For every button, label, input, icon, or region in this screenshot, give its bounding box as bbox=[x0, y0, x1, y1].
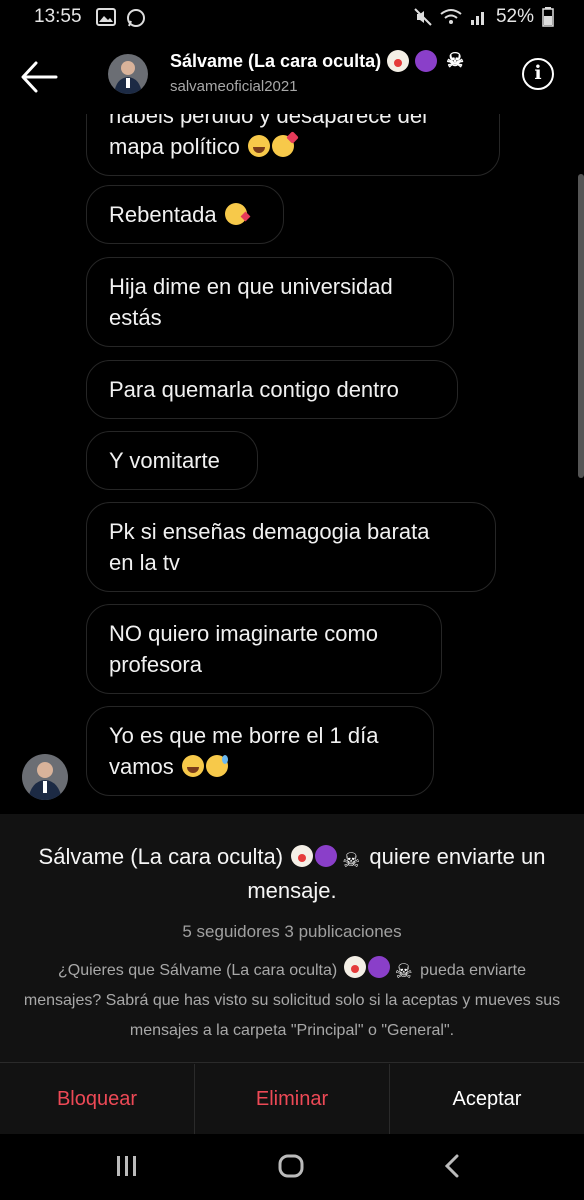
message-bubble[interactable]: Y vomitarte bbox=[86, 431, 258, 490]
request-question-prefix: ¿Quieres que Sálvame (La cara oculta) bbox=[57, 962, 338, 979]
message-bubble[interactable]: habéis perdido y desaparece del mapa pol… bbox=[86, 114, 500, 176]
battery-icon bbox=[542, 7, 554, 27]
home-icon[interactable] bbox=[278, 1154, 304, 1178]
message-text: habéis perdido y desaparece del bbox=[109, 114, 428, 128]
message-bubble[interactable]: Pk si enseñas demagogia barata en la tv bbox=[86, 502, 496, 592]
clown-face-icon bbox=[291, 845, 314, 867]
message-text: estás bbox=[109, 305, 162, 330]
message-bubble[interactable]: Hija dime en que universidad estás bbox=[86, 257, 454, 347]
message-text: en la tv bbox=[109, 550, 180, 575]
sender-avatar[interactable] bbox=[22, 754, 68, 800]
rolling-laughing-icon bbox=[181, 755, 204, 777]
request-stats: 5 seguidores 3 publicaciones bbox=[182, 922, 402, 941]
status-right: 52% bbox=[414, 6, 554, 28]
header-title: Sálvame (La cara oculta) ☠ bbox=[170, 50, 467, 72]
gallery-icon bbox=[96, 8, 116, 26]
message-text: Rebentada bbox=[109, 202, 217, 227]
message-request-panel: Sálvame (La cara oculta) ☠ quiere enviar… bbox=[0, 814, 584, 1064]
request-actions: Bloquear Eliminar Aceptar bbox=[0, 1064, 584, 1134]
skull-crossbones-icon: ☠ bbox=[394, 961, 413, 983]
message-text: Y vomitarte bbox=[109, 448, 220, 473]
mute-icon bbox=[414, 8, 432, 26]
message-text: Hija dime en que universidad bbox=[109, 274, 393, 299]
smiling-devil-icon bbox=[415, 50, 438, 72]
wifi-icon bbox=[440, 9, 462, 24]
status-bar: 13:55 52% bbox=[0, 0, 584, 36]
message-bubble[interactable]: Rebentada bbox=[86, 185, 284, 244]
message-text: NO quiero imaginarte como bbox=[109, 621, 379, 646]
navigation-bar bbox=[0, 1134, 584, 1200]
request-title: Sálvame (La cara oculta) ☠ quiere enviar… bbox=[20, 840, 564, 908]
header-title-text: Sálvame (La cara oculta) bbox=[170, 50, 382, 71]
message-text: mapa político bbox=[109, 134, 240, 159]
smiling-hearts-icon bbox=[271, 135, 294, 157]
request-description: ¿Quieres que Sálvame (La cara oculta) ☠ … bbox=[20, 956, 564, 1046]
info-button[interactable]: i bbox=[522, 58, 554, 90]
status-time: 13:55 bbox=[34, 6, 82, 27]
battery-percent: 52% bbox=[495, 6, 534, 27]
smiling-devil-icon bbox=[367, 956, 390, 978]
message-bubble[interactable]: Para quemarla contigo dentro bbox=[86, 360, 458, 419]
message-bubble[interactable]: Yo es que me borre el 1 día vamos bbox=[86, 706, 434, 796]
block-button[interactable]: Bloquear bbox=[0, 1064, 195, 1134]
face-blowing-kiss-icon bbox=[224, 203, 247, 225]
back-nav-icon[interactable] bbox=[444, 1154, 460, 1178]
message-text: Pk si enseñas demagogia barata bbox=[109, 519, 430, 544]
avatar[interactable] bbox=[108, 54, 148, 94]
whatsapp-icon bbox=[127, 9, 145, 27]
message-text: profesora bbox=[109, 652, 202, 677]
message-bubble[interactable]: NO quiero imaginarte como profesora bbox=[86, 604, 442, 694]
signal-icon bbox=[470, 12, 484, 25]
back-arrow-icon[interactable] bbox=[20, 60, 58, 94]
message-text: vamos bbox=[109, 754, 174, 779]
message-list[interactable]: habéis perdido y desaparece del mapa pol… bbox=[0, 114, 584, 810]
header-username: salvameoficial2021 bbox=[170, 78, 298, 95]
divider bbox=[0, 1062, 584, 1063]
request-sender-name: Sálvame (La cara oculta) bbox=[38, 844, 284, 869]
message-text: Yo es que me borre el 1 día bbox=[109, 723, 379, 748]
skull-crossbones-icon: ☠ bbox=[342, 850, 361, 872]
accept-button[interactable]: Aceptar bbox=[390, 1064, 584, 1134]
grinning-sweat-icon bbox=[205, 755, 228, 777]
message-text: Para quemarla contigo dentro bbox=[109, 377, 399, 402]
info-icon: i bbox=[534, 62, 542, 84]
chat-header: Sálvame (La cara oculta) ☠ salvameoficia… bbox=[0, 36, 584, 114]
recent-apps-icon[interactable] bbox=[116, 1154, 138, 1178]
delete-button[interactable]: Eliminar bbox=[195, 1064, 390, 1134]
chat-title[interactable]: Sálvame (La cara oculta) ☠ salvameoficia… bbox=[170, 50, 467, 95]
rolling-laughing-icon bbox=[247, 135, 270, 157]
scrollbar[interactable] bbox=[578, 174, 584, 478]
notification-icons bbox=[96, 8, 146, 28]
skull-crossbones-icon: ☠ bbox=[446, 50, 465, 72]
smiling-devil-icon bbox=[315, 845, 338, 867]
clown-face-icon bbox=[343, 956, 366, 978]
clown-face-icon bbox=[387, 50, 410, 72]
